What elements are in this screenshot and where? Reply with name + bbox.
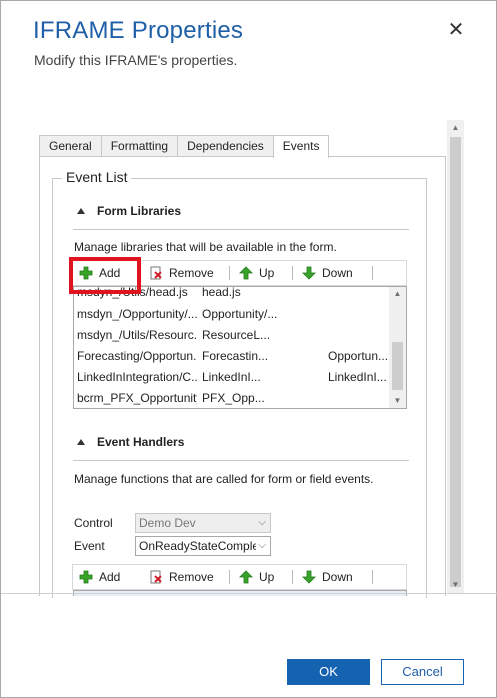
move-down-button[interactable]: Down (302, 261, 353, 285)
dialog-scroll-thumb[interactable] (450, 137, 461, 587)
down-label: Down (322, 266, 353, 280)
control-value: Demo Dev (139, 516, 196, 530)
event-handlers-toolbar: Add Remove Up Down (72, 564, 407, 590)
scroll-down-icon[interactable]: ▼ (447, 577, 464, 593)
form-libraries-description: Manage libraries that will be available … (74, 240, 337, 254)
dialog-subtitle: Modify this IFRAME's properties. (34, 52, 238, 68)
arrow-down-icon (302, 570, 316, 584)
tab-formatting[interactable]: Formatting (100, 135, 179, 157)
list-item[interactable]: LinkedInIntegration/C... LinkedInI... Li… (74, 367, 390, 388)
tab-general[interactable]: General (39, 135, 102, 157)
library-name: LinkedInIntegration/C... (77, 370, 197, 384)
list-item[interactable]: msdyn_/Utils/Resourc... ResourceL... (74, 325, 390, 346)
form-libraries-header[interactable]: Form Libraries (77, 204, 181, 218)
toolbar-separator (229, 570, 230, 584)
tab-events[interactable]: Events (272, 135, 330, 158)
remove-icon (150, 570, 162, 584)
up-label: Up (259, 266, 275, 280)
collapse-triangle-icon[interactable] (77, 439, 85, 445)
dialog-scrollbar[interactable]: ▲ ▼ (447, 120, 464, 593)
toolbar-separator (229, 266, 230, 280)
library-display-name: LinkedInI... (202, 370, 261, 384)
library-extra: LinkedInI... (328, 370, 387, 384)
tab-dependencies[interactable]: Dependencies (177, 135, 274, 157)
library-extra: Opportun... (328, 349, 388, 363)
control-label: Control (74, 516, 113, 530)
library-display-name: head.js (202, 286, 241, 299)
chevron-down-icon: ⌵ (256, 537, 266, 555)
iframe-properties-dialog: IFRAME Properties Modify this IFRAME's p… (0, 0, 497, 698)
toolbar-separator (372, 266, 373, 280)
library-name: bcrm_PFX_Opportunity (77, 391, 197, 405)
form-libraries-heading: Form Libraries (97, 204, 182, 218)
list-scroll-thumb[interactable] (392, 342, 403, 390)
up-label: Up (259, 570, 275, 584)
library-display-name: ResourceL... (202, 328, 271, 342)
down-label: Down (322, 570, 353, 584)
chevron-down-icon: ⌵ (258, 517, 266, 528)
add-label: Add (99, 570, 121, 584)
tab-strip: General Formatting Dependencies Events (39, 135, 330, 158)
section-divider (73, 460, 409, 461)
list-item[interactable]: Forecasting/Opportun... Forecastin... Op… (74, 346, 390, 367)
event-label: Event (74, 539, 105, 553)
library-name: msdyn_/Utils/Resourc... (77, 328, 197, 342)
control-select[interactable]: Demo Dev ⌵ (135, 513, 271, 533)
scroll-up-icon[interactable]: ▲ (389, 287, 406, 301)
ok-button[interactable]: OK (287, 659, 370, 685)
toolbar-separator (292, 570, 293, 584)
remove-library-button[interactable]: Remove (149, 261, 214, 285)
library-display-name: PFX_Opp... (202, 391, 265, 405)
event-value: OnReadyStateComple (139, 539, 260, 553)
library-name: Forecasting/Opportun... (77, 349, 197, 363)
form-libraries-list[interactable]: msdyn_/Utils/head.js head.js msdyn_/Oppo… (73, 286, 407, 409)
arrow-up-icon (239, 266, 253, 280)
event-handlers-heading: Event Handlers (97, 435, 185, 449)
move-down-button[interactable]: Down (302, 565, 353, 589)
add-handler-button[interactable]: Add (79, 565, 120, 589)
list-item[interactable]: msdyn_/Opportunity/... Opportunity/... (74, 304, 390, 325)
remove-label: Remove (169, 266, 214, 280)
cancel-button[interactable]: Cancel (381, 659, 464, 685)
event-handlers-header[interactable]: Event Handlers (77, 435, 184, 449)
toolbar-separator (372, 570, 373, 584)
scroll-down-icon[interactable]: ▼ (389, 394, 406, 408)
event-list-legend: Event List (62, 169, 132, 185)
list-item[interactable]: bcrm_PFX_Opportunity PFX_Opp... (74, 388, 390, 408)
dialog-title: IFRAME Properties (33, 17, 244, 44)
scroll-up-icon[interactable]: ▲ (447, 120, 464, 136)
arrow-up-icon (239, 570, 253, 584)
close-icon[interactable]: ✕ (447, 20, 465, 40)
event-handlers-description: Manage functions that are called for for… (74, 472, 374, 486)
library-display-name: Forecastin... (202, 349, 269, 363)
move-up-button[interactable]: Up (239, 261, 274, 285)
move-up-button[interactable]: Up (239, 565, 274, 589)
remove-handler-button[interactable]: Remove (149, 565, 214, 589)
library-display-name: Opportunity/... (202, 307, 278, 321)
plus-icon (79, 570, 93, 584)
list-scrollbar[interactable]: ▲ ▼ (389, 287, 406, 408)
event-select[interactable]: OnReadyStateComple ⌵ (135, 536, 271, 556)
remove-label: Remove (169, 570, 214, 584)
toolbar-separator (292, 266, 293, 280)
add-button-highlight (69, 257, 141, 294)
library-name: msdyn_/Opportunity/... (77, 307, 197, 321)
collapse-triangle-icon[interactable] (77, 208, 85, 214)
section-divider (73, 229, 409, 230)
arrow-down-icon (302, 266, 316, 280)
footer-divider (1, 593, 497, 594)
remove-icon (150, 266, 162, 280)
